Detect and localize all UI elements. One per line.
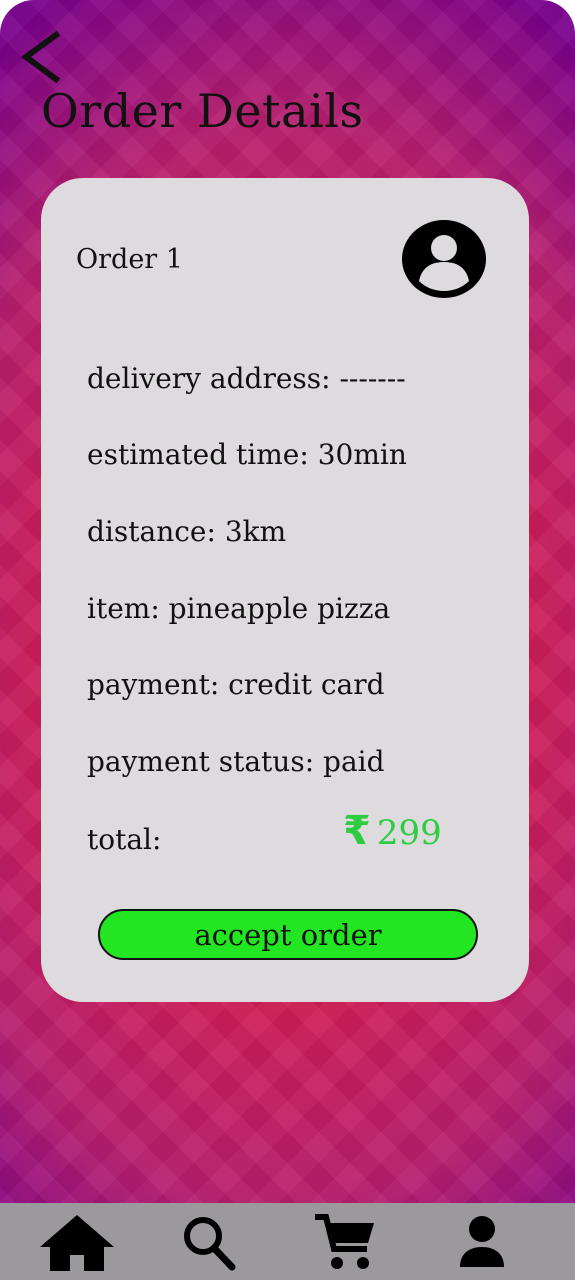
- estimated-time: estimated time: 30min: [87, 438, 407, 471]
- search-icon: [184, 1217, 236, 1271]
- chevron-left-icon: [20, 30, 61, 84]
- page-title: Order Details: [41, 84, 364, 138]
- nav-cart-button[interactable]: [312, 1211, 378, 1273]
- home-icon: [40, 1215, 114, 1271]
- order-item: item: pineapple pizza: [87, 592, 391, 625]
- user-avatar-icon: [402, 220, 486, 298]
- nav-home-button[interactable]: [38, 1211, 116, 1273]
- payment-method: payment: credit card: [87, 668, 385, 701]
- bottom-nav: [0, 1203, 575, 1280]
- cart-icon: [315, 1214, 374, 1269]
- order-details-screen: Order Details Order 1 delivery address: …: [0, 0, 575, 1280]
- order-card: Order 1 delivery address: ------- estima…: [41, 178, 529, 1002]
- nav-profile-button[interactable]: [454, 1211, 510, 1273]
- order-name: Order 1: [76, 244, 183, 275]
- total-value: 299: [376, 813, 442, 853]
- profile-icon: [460, 1216, 504, 1267]
- back-button[interactable]: [18, 30, 66, 84]
- rupee-icon: ₹: [343, 808, 371, 854]
- delivery-address: delivery address: -------: [87, 362, 406, 395]
- accept-order-button[interactable]: accept order: [98, 909, 478, 960]
- distance: distance: 3km: [87, 515, 287, 548]
- total-label: total:: [87, 823, 162, 856]
- total-price: ₹299: [343, 808, 442, 854]
- payment-status: payment status: paid: [87, 745, 385, 778]
- nav-search-button[interactable]: [180, 1211, 238, 1273]
